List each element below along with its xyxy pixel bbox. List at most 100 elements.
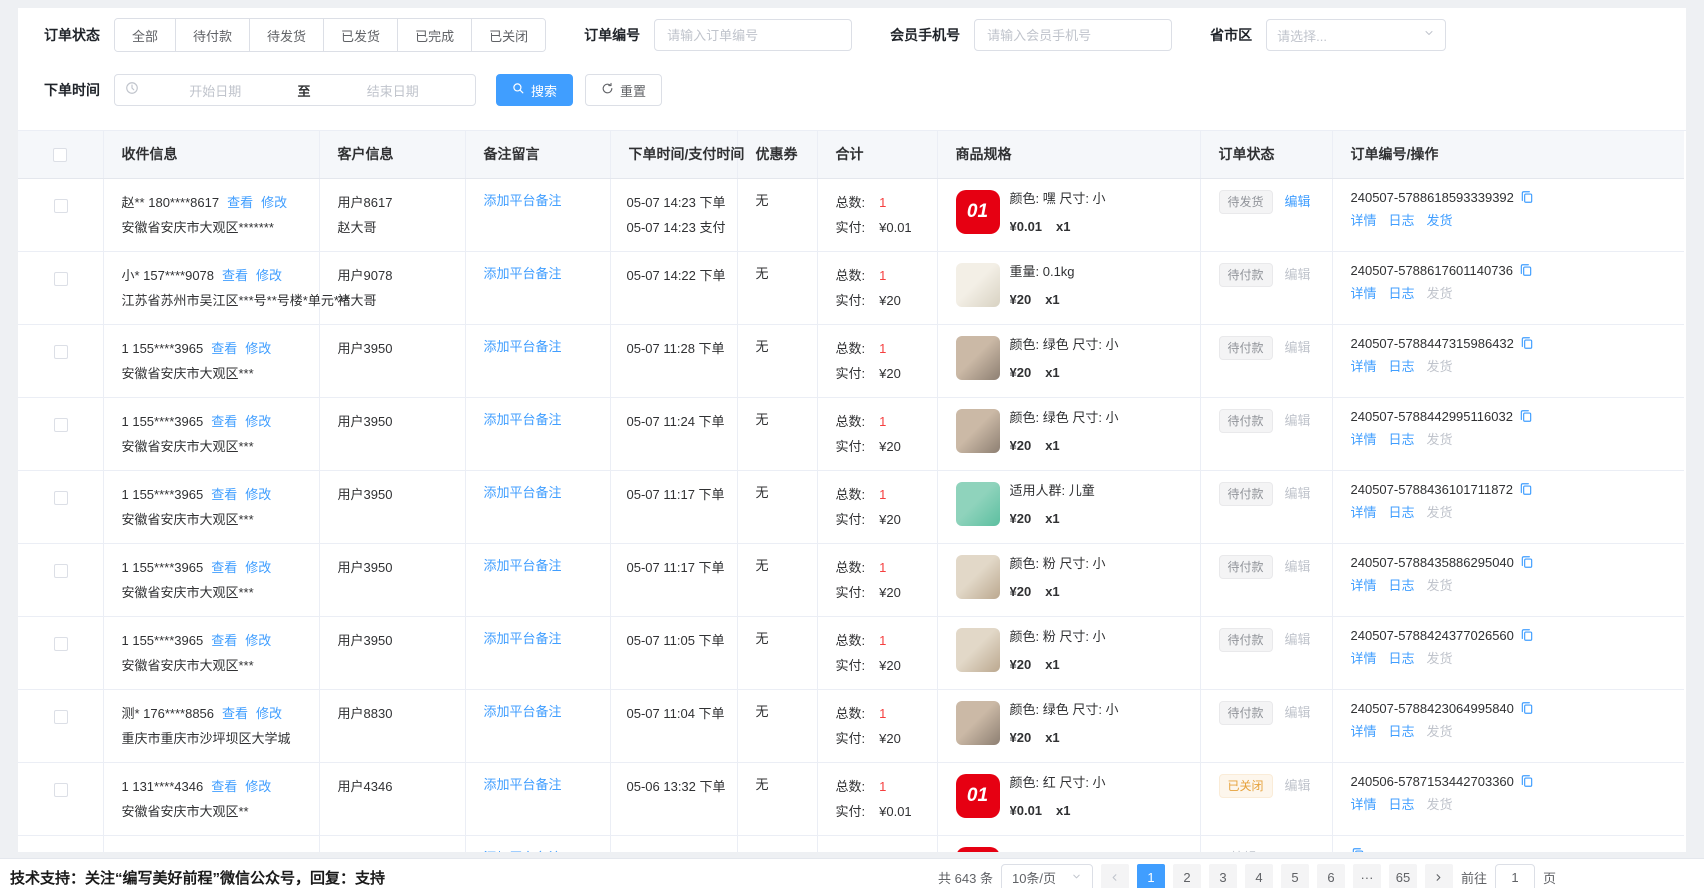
add-remark-link[interactable]: 添加平台备注 — [484, 485, 562, 500]
member-phone-input[interactable] — [974, 19, 1172, 51]
order-ship-link[interactable]: 发货 — [1427, 794, 1453, 813]
page-button[interactable]: 4 — [1245, 864, 1273, 888]
copy-icon[interactable] — [1519, 409, 1533, 423]
add-remark-link[interactable]: 添加平台备注 — [484, 266, 562, 281]
order-log-link[interactable]: 日志 — [1389, 721, 1415, 740]
status-filter-option[interactable]: 待发货 — [249, 19, 323, 51]
order-ship-link[interactable]: 发货 — [1427, 429, 1453, 448]
status-filter-option[interactable]: 待付款 — [175, 19, 249, 51]
modify-address-link[interactable]: 修改 — [245, 487, 271, 502]
view-address-link[interactable]: 查看 — [222, 706, 248, 721]
edit-status-link[interactable]: 编辑 — [1285, 486, 1311, 501]
order-detail-link[interactable]: 详情 — [1351, 575, 1377, 594]
view-address-link[interactable]: 查看 — [227, 195, 253, 210]
page-button[interactable]: 5 — [1281, 864, 1309, 888]
edit-status-link[interactable]: 编辑 — [1285, 778, 1311, 793]
row-checkbox[interactable] — [54, 710, 68, 724]
modify-address-link[interactable]: 修改 — [245, 560, 271, 575]
add-remark-link[interactable]: 添加平台备注 — [484, 193, 562, 208]
edit-status-link[interactable]: 编辑 — [1285, 413, 1311, 428]
order-ship-link[interactable]: 发货 — [1427, 283, 1453, 302]
more-pages-button[interactable]: ··· — [1353, 864, 1381, 888]
row-checkbox[interactable] — [54, 418, 68, 432]
page-button[interactable]: 3 — [1209, 864, 1237, 888]
modify-address-link[interactable]: 修改 — [256, 706, 282, 721]
add-remark-link[interactable]: 添加平台备注 — [484, 704, 562, 719]
page-size-select[interactable]: 10条/页 — [1001, 864, 1093, 888]
order-detail-link[interactable]: 详情 — [1351, 502, 1377, 521]
view-address-link[interactable]: 查看 — [211, 487, 237, 502]
view-address-link[interactable]: 查看 — [222, 268, 248, 283]
row-checkbox[interactable] — [54, 564, 68, 578]
modify-address-link[interactable]: 修改 — [261, 195, 287, 210]
edit-status-link[interactable]: 编辑 — [1285, 632, 1311, 647]
page-button[interactable]: 2 — [1173, 864, 1201, 888]
edit-status-link[interactable]: 编辑 — [1285, 340, 1311, 355]
add-remark-link[interactable]: 添加平台备注 — [484, 777, 562, 792]
modify-address-link[interactable]: 修改 — [245, 633, 271, 648]
order-log-link[interactable]: 日志 — [1389, 429, 1415, 448]
edit-status-link[interactable]: 编辑 — [1285, 267, 1311, 282]
order-detail-link[interactable]: 详情 — [1351, 283, 1377, 302]
copy-icon[interactable] — [1519, 263, 1533, 277]
add-remark-link[interactable]: 添加平台备注 — [484, 631, 562, 646]
copy-icon[interactable] — [1520, 774, 1534, 788]
modify-address-link[interactable]: 修改 — [245, 414, 271, 429]
row-checkbox[interactable] — [54, 345, 68, 359]
next-page-button[interactable] — [1425, 864, 1453, 888]
order-ship-link[interactable]: 发货 — [1427, 575, 1453, 594]
order-ship-link[interactable]: 发货 — [1427, 356, 1453, 375]
copy-icon[interactable] — [1520, 555, 1534, 569]
row-checkbox[interactable] — [54, 272, 68, 286]
add-remark-link[interactable]: 添加平台备注 — [484, 558, 562, 573]
order-detail-link[interactable]: 详情 — [1351, 648, 1377, 667]
add-remark-link[interactable]: 添加平台备注 — [484, 339, 562, 354]
page-button[interactable]: 6 — [1317, 864, 1345, 888]
order-ship-link[interactable]: 发货 — [1427, 502, 1453, 521]
edit-status-link[interactable]: 编辑 — [1285, 194, 1311, 209]
row-checkbox[interactable] — [54, 783, 68, 797]
view-address-link[interactable]: 查看 — [211, 341, 237, 356]
reset-button[interactable]: 重置 — [585, 74, 662, 106]
order-log-link[interactable]: 日志 — [1389, 575, 1415, 594]
edit-status-link[interactable]: 编辑 — [1285, 559, 1311, 574]
copy-icon[interactable] — [1519, 482, 1533, 496]
copy-icon[interactable] — [1520, 701, 1534, 715]
copy-icon[interactable] — [1351, 847, 1365, 853]
order-time-range-picker[interactable]: 开始日期 至 结束日期 — [114, 74, 476, 106]
edit-status-link[interactable]: 编辑 — [1285, 705, 1311, 720]
status-filter-option[interactable]: 已发货 — [323, 19, 397, 51]
prev-page-button[interactable] — [1101, 864, 1129, 888]
order-detail-link[interactable]: 详情 — [1351, 794, 1377, 813]
order-detail-link[interactable]: 详情 — [1351, 356, 1377, 375]
add-remark-link[interactable]: 添加平台备注 — [484, 850, 562, 853]
modify-address-link[interactable]: 修改 — [245, 341, 271, 356]
search-button[interactable]: 搜索 — [496, 74, 573, 106]
order-log-link[interactable]: 日志 — [1389, 648, 1415, 667]
view-address-link[interactable]: 查看 — [211, 633, 237, 648]
view-address-link[interactable]: 查看 — [211, 560, 237, 575]
select-all-checkbox[interactable] — [53, 148, 67, 162]
order-ship-link[interactable]: 发货 — [1427, 210, 1453, 229]
add-remark-link[interactable]: 添加平台备注 — [484, 412, 562, 427]
order-no-input[interactable] — [654, 19, 852, 51]
status-filter-option[interactable]: 已完成 — [397, 19, 471, 51]
modify-address-link[interactable]: 修改 — [245, 779, 271, 794]
order-detail-link[interactable]: 详情 — [1351, 721, 1377, 740]
view-address-link[interactable]: 查看 — [130, 852, 156, 853]
view-address-link[interactable]: 查看 — [211, 779, 237, 794]
copy-icon[interactable] — [1520, 628, 1534, 642]
copy-icon[interactable] — [1520, 190, 1534, 204]
status-filter-option[interactable]: 全部 — [115, 19, 175, 51]
status-filter-option[interactable]: 已关闭 — [471, 19, 545, 51]
order-log-link[interactable]: 日志 — [1389, 794, 1415, 813]
page-button[interactable]: 65 — [1389, 864, 1417, 888]
order-detail-link[interactable]: 详情 — [1351, 429, 1377, 448]
row-checkbox[interactable] — [54, 199, 68, 213]
modify-address-link[interactable]: 修改 — [164, 852, 190, 853]
row-checkbox[interactable] — [54, 637, 68, 651]
view-address-link[interactable]: 查看 — [211, 414, 237, 429]
row-checkbox[interactable] — [54, 491, 68, 505]
order-detail-link[interactable]: 详情 — [1351, 210, 1377, 229]
edit-status-link[interactable]: 编辑 — [1231, 850, 1257, 853]
